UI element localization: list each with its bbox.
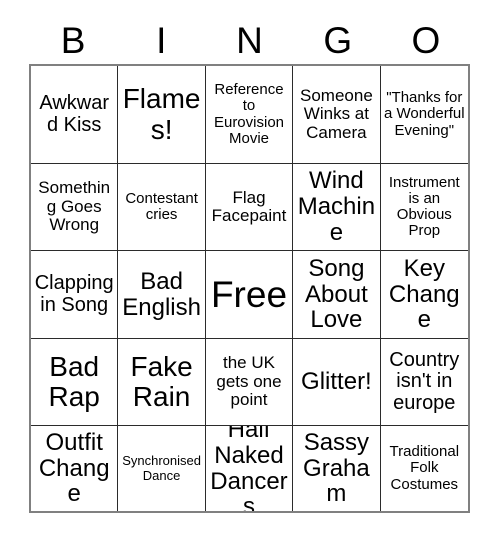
bingo-cell[interactable]: Key Change xyxy=(380,251,468,339)
bingo-cell[interactable]: Outfit Change xyxy=(31,426,119,511)
bingo-cell-label: "Thanks for a Wonderful Evening" xyxy=(383,89,465,139)
bingo-card: B I N G O Awkward Kiss Flames! Reference t… xyxy=(0,0,500,544)
bingo-cell[interactable]: Clapping in Song xyxy=(31,251,119,339)
bingo-cell[interactable]: Free xyxy=(205,251,294,339)
bingo-cell-label: Instrument is an Obvious Prop xyxy=(388,173,460,240)
bingo-cell-label: Traditional Folk Costumes xyxy=(389,443,460,493)
bingo-cell-label: Country isn't in europe xyxy=(389,348,460,414)
bingo-cell[interactable]: Bad Rap xyxy=(31,339,119,426)
bingo-cell-label: Outfit Change xyxy=(38,428,110,508)
bingo-cell-label: Wind Machine xyxy=(297,167,376,246)
bingo-cell-label: Flag Facepaint xyxy=(211,187,287,225)
bingo-cell-label: Contestant cries xyxy=(125,189,198,223)
bingo-cell-label: Awkward Kiss xyxy=(39,91,110,136)
bingo-header-letter-o: O xyxy=(411,19,441,61)
bingo-header-letter-i: I xyxy=(156,19,167,61)
bingo-cell[interactable]: Awkward Kiss xyxy=(31,66,119,164)
bingo-cell[interactable]: Synchronised Dance xyxy=(118,426,206,511)
bingo-cell-label: Someone Winks at Camera xyxy=(300,85,373,142)
bingo-cell-label: Half Naked Dancers xyxy=(210,426,288,511)
bingo-cell[interactable]: Bad English xyxy=(118,251,206,339)
bingo-cell[interactable]: Fake Rain xyxy=(118,339,206,426)
bingo-cell-label: Glitter! xyxy=(301,368,372,396)
bingo-cell[interactable]: Half Naked Dancers xyxy=(205,426,294,511)
bingo-header-letter-n: N xyxy=(236,19,263,61)
bingo-cell-label: Song About Love xyxy=(305,254,368,334)
bingo-cell[interactable]: Someone Winks at Camera xyxy=(293,66,381,164)
bingo-cell[interactable]: "Thanks for a Wonderful Evening" xyxy=(380,66,468,164)
bingo-cell[interactable]: Sassy Graham xyxy=(293,426,381,511)
bingo-cell[interactable]: Traditional Folk Costumes xyxy=(380,426,468,511)
bingo-cell[interactable]: Wind Machine xyxy=(293,164,381,251)
bingo-cell[interactable]: Country isn't in europe xyxy=(380,339,468,426)
bingo-cell[interactable]: Flag Facepaint xyxy=(205,164,294,251)
bingo-cell-label: Reference to Eurovision Movie xyxy=(213,81,285,147)
bingo-header: B I N G O xyxy=(29,16,470,64)
bingo-cell[interactable]: Contestant cries xyxy=(118,164,206,251)
bingo-cell[interactable]: Song About Love xyxy=(293,251,381,339)
bingo-grid: Awkward Kiss Flames! Reference to Eurovisi… xyxy=(29,64,470,513)
bingo-cell-label: Key Change xyxy=(388,254,460,334)
bingo-cell-label: Clapping in Song xyxy=(34,271,114,316)
bingo-cell[interactable]: Glitter! xyxy=(293,339,381,426)
bingo-cell-label: Bad English xyxy=(122,267,201,321)
bingo-cell-label: Sassy Graham xyxy=(303,428,370,508)
bingo-cell-label: Free xyxy=(210,273,288,315)
bingo-cell-label: the UK gets one point xyxy=(216,353,282,410)
bingo-cell[interactable]: Instrument is an Obvious Prop xyxy=(380,164,468,251)
bingo-cell-label: Synchronised Dance xyxy=(122,453,201,483)
bingo-header-letter-g: G xyxy=(323,19,353,61)
bingo-cell-label: Something Goes Wrong xyxy=(38,178,111,235)
bingo-cell-label: Fake Rain xyxy=(130,350,193,412)
bingo-cell[interactable]: Flames! xyxy=(118,66,206,164)
bingo-cell-label: Bad Rap xyxy=(48,350,100,412)
bingo-cell[interactable]: Reference to Eurovision Movie xyxy=(205,66,294,164)
bingo-cell[interactable]: Something Goes Wrong xyxy=(31,164,119,251)
bingo-header-letter-b: B xyxy=(60,19,86,61)
bingo-cell-label: Flames! xyxy=(122,83,201,145)
bingo-cell[interactable]: the UK gets one point xyxy=(205,339,294,426)
